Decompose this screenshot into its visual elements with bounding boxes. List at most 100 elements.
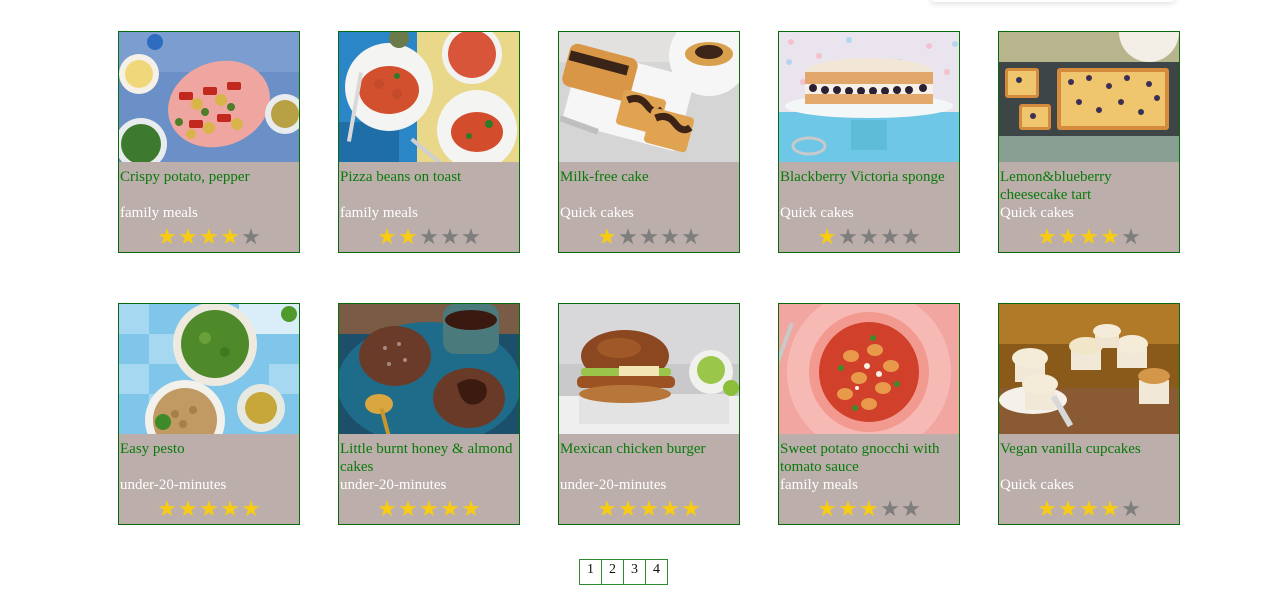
star-rating: ★ ★ ★ ★ ★ — [1037, 499, 1141, 521]
star-filled-icon: ★ — [157, 225, 177, 250]
star-rating: ★ ★ ★ ★ ★ — [817, 499, 921, 521]
honey-almond-cakes-photo — [339, 304, 519, 434]
recipe-title[interactable]: Milk-free cake — [560, 168, 736, 186]
star-empty-icon: ★ — [838, 225, 858, 250]
star-empty-icon: ★ — [241, 225, 261, 250]
star-filled-icon: ★ — [817, 225, 837, 250]
recipe-title[interactable]: Easy pesto — [120, 440, 296, 458]
recipe-title[interactable]: Sweet potato gnocchi with tomato sauce — [780, 440, 956, 476]
star-filled-icon: ★ — [241, 497, 261, 522]
star-filled-icon: ★ — [1037, 497, 1057, 522]
vanilla-cupcakes-photo — [999, 304, 1179, 434]
recipe-card[interactable]: Easy pesto under-20-minutes ★ ★ ★ ★ ★ — [118, 303, 300, 525]
star-empty-icon: ★ — [880, 225, 900, 250]
star-rating: ★ ★ ★ ★ ★ — [157, 227, 261, 249]
star-filled-icon: ★ — [1100, 225, 1120, 250]
recipe-category: family meals — [120, 205, 198, 221]
recipe-card[interactable]: Lemon&blueberry cheesecake tart Quick ca… — [998, 31, 1180, 253]
star-empty-icon: ★ — [901, 225, 921, 250]
star-rating: ★ ★ ★ ★ ★ — [597, 227, 701, 249]
star-filled-icon: ★ — [618, 497, 638, 522]
star-filled-icon: ★ — [398, 225, 418, 250]
page-button-2[interactable]: 2 — [601, 559, 624, 585]
star-filled-icon: ★ — [377, 225, 397, 250]
star-filled-icon: ★ — [1079, 225, 1099, 250]
recipe-card[interactable]: Vegan vanilla cupcakes Quick cakes ★ ★ ★ ★ ★ — [998, 303, 1180, 525]
star-empty-icon: ★ — [901, 497, 921, 522]
recipe-category: Quick cakes — [780, 205, 854, 221]
star-filled-icon: ★ — [1058, 497, 1078, 522]
page-button-4[interactable]: 4 — [645, 559, 668, 585]
star-filled-icon: ★ — [199, 225, 219, 250]
star-filled-icon: ★ — [157, 497, 177, 522]
search-box-shadow — [930, 0, 1175, 2]
star-rating: ★ ★ ★ ★ ★ — [157, 499, 261, 521]
recipe-title[interactable]: Lemon&blueberry cheesecake tart — [1000, 168, 1176, 204]
star-empty-icon: ★ — [660, 225, 680, 250]
star-empty-icon: ★ — [618, 225, 638, 250]
star-empty-icon: ★ — [859, 225, 879, 250]
recipe-card[interactable]: Crispy potato, pepper family meals ★ ★ ★ ★ ★ — [118, 31, 300, 253]
star-filled-icon: ★ — [597, 225, 617, 250]
pagination: 1 2 3 4 — [579, 559, 668, 585]
star-rating: ★ ★ ★ ★ ★ — [597, 499, 701, 521]
star-empty-icon: ★ — [880, 497, 900, 522]
star-rating: ★ ★ ★ ★ ★ — [377, 499, 481, 521]
pizza-beans-toast-photo — [339, 32, 519, 162]
recipe-card[interactable]: Blackberry Victoria sponge Quick cakes ★… — [778, 31, 960, 253]
star-filled-icon: ★ — [1100, 497, 1120, 522]
recipe-title[interactable]: Crispy potato, pepper — [120, 168, 296, 186]
recipe-card[interactable]: Little burnt honey & almond cakes under-… — [338, 303, 520, 525]
star-empty-icon: ★ — [1121, 497, 1141, 522]
star-empty-icon: ★ — [639, 225, 659, 250]
star-empty-icon: ★ — [1121, 225, 1141, 250]
chicken-burger-photo — [559, 304, 739, 434]
star-filled-icon: ★ — [178, 225, 198, 250]
recipe-card[interactable]: Milk-free cake Quick cakes ★ ★ ★ ★ ★ — [558, 31, 740, 253]
cheesecake-tart-photo — [999, 32, 1179, 162]
recipe-grid: Crispy potato, pepper family meals ★ ★ ★ ★ ★… — [118, 31, 1180, 525]
recipe-card[interactable]: Sweet potato gnocchi with tomato sauce f… — [778, 303, 960, 525]
star-filled-icon: ★ — [859, 497, 879, 522]
star-filled-icon: ★ — [817, 497, 837, 522]
potato-pepper-skewers-photo — [119, 32, 299, 162]
star-empty-icon: ★ — [419, 225, 439, 250]
recipe-title[interactable]: Blackberry Victoria sponge — [780, 168, 956, 186]
star-empty-icon: ★ — [461, 225, 481, 250]
recipe-category: Quick cakes — [560, 205, 634, 221]
page-button-1[interactable]: 1 — [579, 559, 602, 585]
star-filled-icon: ★ — [660, 497, 680, 522]
star-filled-icon: ★ — [419, 497, 439, 522]
recipe-category: under-20-minutes — [560, 477, 667, 493]
recipe-card[interactable]: Mexican chicken burger under-20-minutes … — [558, 303, 740, 525]
star-filled-icon: ★ — [440, 497, 460, 522]
recipe-category: family meals — [340, 205, 418, 221]
star-filled-icon: ★ — [639, 497, 659, 522]
recipe-category: Quick cakes — [1000, 477, 1074, 493]
recipe-category: Quick cakes — [1000, 205, 1074, 221]
pesto-bowl-photo — [119, 304, 299, 434]
recipe-category: under-20-minutes — [120, 477, 227, 493]
star-empty-icon: ★ — [440, 225, 460, 250]
star-filled-icon: ★ — [398, 497, 418, 522]
recipe-title[interactable]: Mexican chicken burger — [560, 440, 736, 458]
gnocchi-tomato-photo — [779, 304, 959, 434]
star-rating: ★ ★ ★ ★ ★ — [1037, 227, 1141, 249]
star-filled-icon: ★ — [377, 497, 397, 522]
star-filled-icon: ★ — [220, 497, 240, 522]
star-empty-icon: ★ — [681, 225, 701, 250]
victoria-sponge-photo — [779, 32, 959, 162]
star-filled-icon: ★ — [1037, 225, 1057, 250]
page-button-3[interactable]: 3 — [623, 559, 646, 585]
star-filled-icon: ★ — [461, 497, 481, 522]
recipe-card[interactable]: Pizza beans on toast family meals ★ ★ ★ ★ ★ — [338, 31, 520, 253]
star-filled-icon: ★ — [220, 225, 240, 250]
recipe-title[interactable]: Little burnt honey & almond cakes — [340, 440, 516, 476]
recipe-title[interactable]: Vegan vanilla cupcakes — [1000, 440, 1176, 458]
recipe-category: family meals — [780, 477, 858, 493]
star-filled-icon: ★ — [1079, 497, 1099, 522]
star-filled-icon: ★ — [178, 497, 198, 522]
marble-loaf-cake-photo — [559, 32, 739, 162]
star-rating: ★ ★ ★ ★ ★ — [377, 227, 481, 249]
recipe-title[interactable]: Pizza beans on toast — [340, 168, 516, 186]
